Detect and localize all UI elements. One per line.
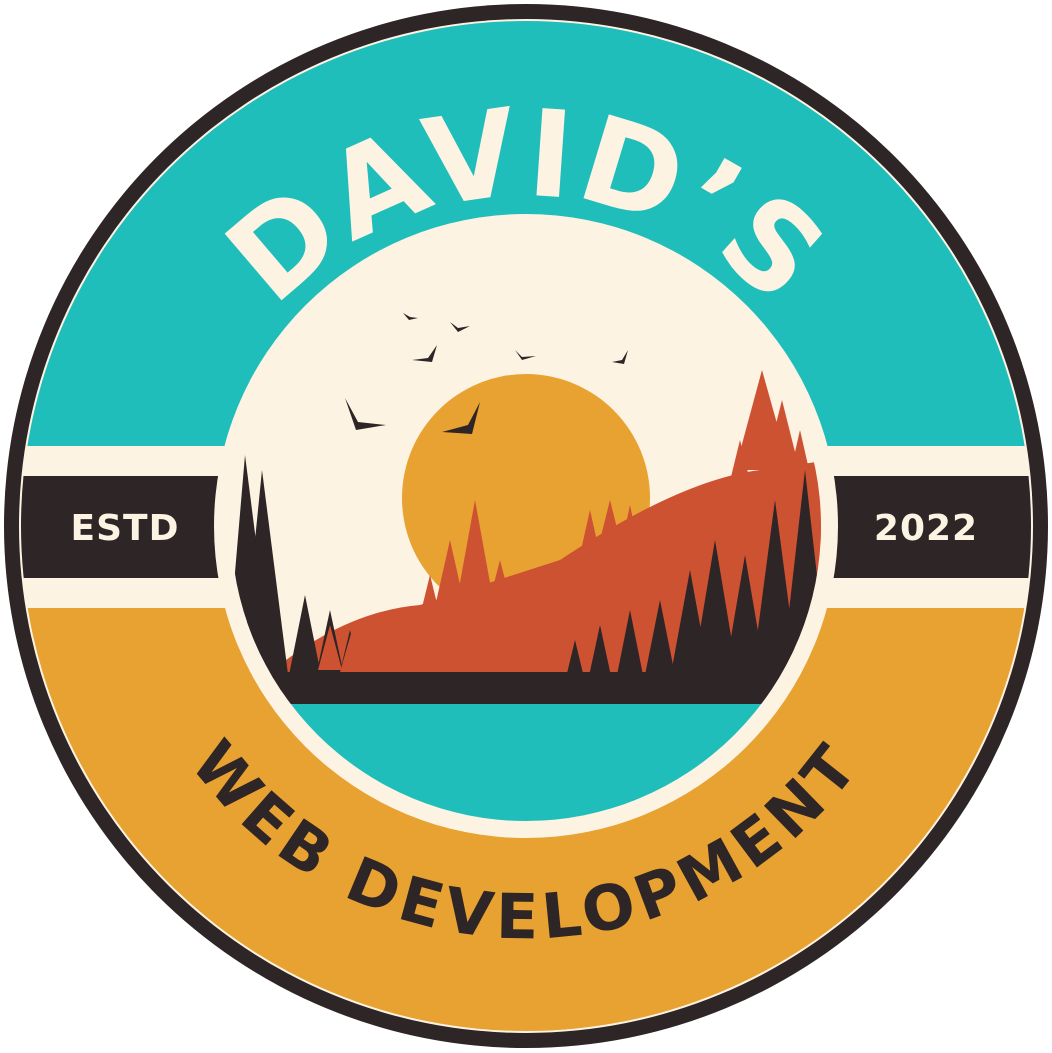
estd-label: ESTD [71,508,180,549]
year-label: 2022 [874,508,978,549]
badge-logo: DAVID’S WEB DEVELOPMENT ESTD 2022 [4,4,1048,1048]
ground [231,672,821,704]
